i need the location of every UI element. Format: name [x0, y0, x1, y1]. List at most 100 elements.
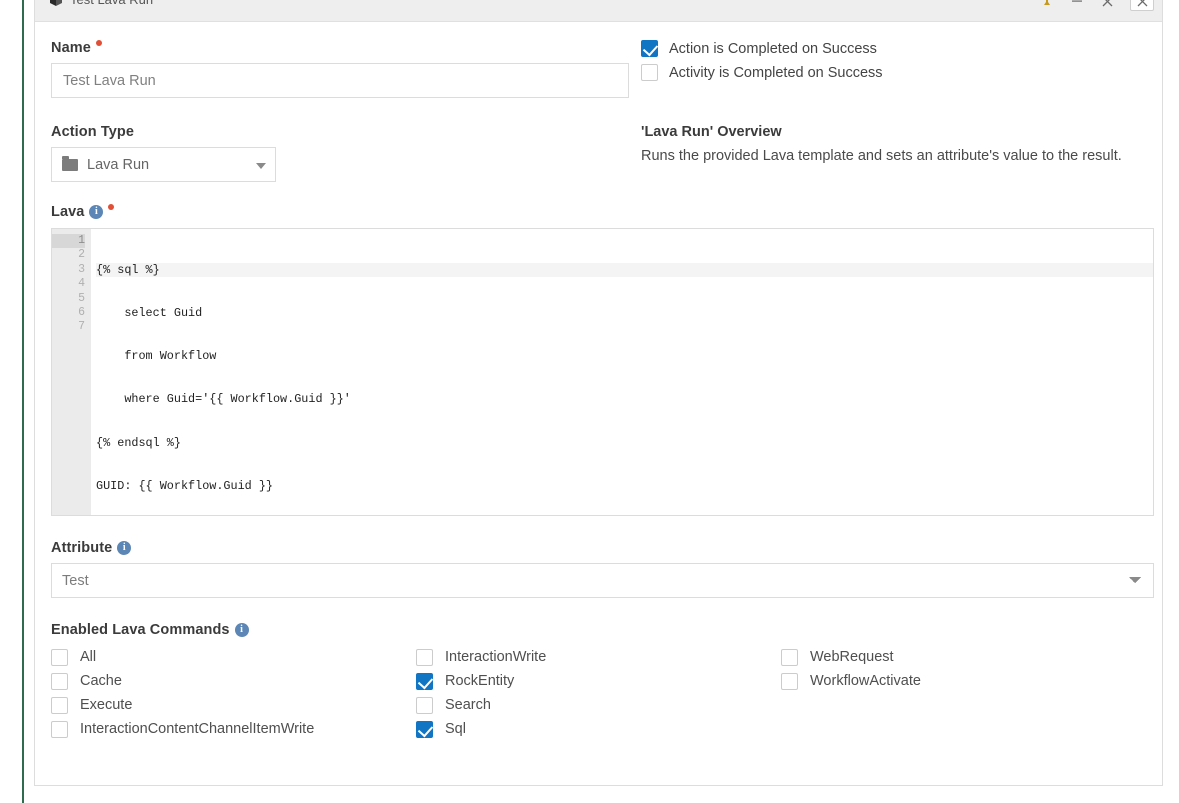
- action-type-row: Action Type Lava Run 'Lava Run' Overview…: [51, 124, 1146, 182]
- lava-code-editor[interactable]: 1 2 3 4 5 6 7 {% sql %} select Guid from…: [51, 228, 1154, 516]
- checkbox-interactionwrite[interactable]: InteractionWrite: [416, 645, 781, 669]
- checkbox-label: Execute: [80, 697, 133, 713]
- checkbox-label: Action is Completed on Success: [669, 40, 877, 57]
- checkbox-label: All: [80, 649, 97, 665]
- restore-icon[interactable]: [1130, 0, 1154, 11]
- checkbox-label: Search: [445, 697, 491, 713]
- code-line: where Guid='{{ Workflow.Guid }}': [96, 392, 351, 407]
- line-number: 6: [78, 305, 85, 319]
- action-type-group: Action Type Lava Run: [51, 124, 629, 182]
- checkbox-box-icon[interactable]: [641, 64, 658, 81]
- minimize-icon[interactable]: [1070, 0, 1084, 8]
- required-dot-icon: [108, 204, 115, 210]
- checkbox-rockentity[interactable]: RockEntity: [416, 669, 781, 693]
- attribute-label: Attribute: [51, 540, 113, 556]
- line-number: 4: [78, 277, 85, 291]
- attribute-select[interactable]: Test: [51, 563, 1154, 598]
- checkbox-sql[interactable]: Sql: [416, 717, 781, 741]
- panel-title-group: Test Lava Run: [49, 0, 153, 7]
- line-number: 2: [78, 248, 85, 262]
- action-type-value: Lava Run: [87, 156, 150, 173]
- folder-icon: [62, 155, 78, 171]
- info-icon[interactable]: i: [89, 205, 104, 219]
- lava-commands-grid: All Cache Execute InteractionContentChan…: [51, 645, 1146, 741]
- checkbox-action-completed-on-success[interactable]: Action is Completed on Success: [641, 40, 1146, 57]
- name-label-group: Name: [51, 40, 629, 56]
- checkbox-box-checked-icon[interactable]: [416, 672, 433, 690]
- action-type-label: Action Type: [51, 124, 135, 140]
- lava-commands-label: Enabled Lava Commands: [51, 622, 230, 638]
- lava-label-group: Lava i: [51, 204, 1146, 220]
- lava-commands-column-3: WebRequest WorkflowActivate: [781, 645, 1146, 741]
- cube-icon: [49, 0, 63, 7]
- checkbox-box-icon[interactable]: [416, 696, 433, 714]
- workflow-action-panel: Test Lava Run Name: [34, 0, 1163, 786]
- checkbox-label: Activity is Completed on Success: [669, 64, 883, 81]
- name-input[interactable]: [51, 63, 629, 98]
- checkbox-label: RockEntity: [445, 673, 515, 689]
- checkbox-box-icon[interactable]: [781, 648, 798, 666]
- attribute-label-group: Attribute i: [51, 540, 1146, 556]
- checkbox-cache[interactable]: Cache: [51, 669, 416, 693]
- checkbox-all[interactable]: All: [51, 645, 416, 669]
- pin-icon[interactable]: [1040, 0, 1054, 8]
- lava-label: Lava: [51, 204, 85, 220]
- panel-window-controls: [1040, 0, 1154, 11]
- lava-commands-column-2: InteractionWrite RockEntity Search Sql: [416, 645, 781, 741]
- attribute-group: Attribute i Test: [51, 540, 1154, 598]
- checkbox-box-checked-icon[interactable]: [641, 40, 658, 57]
- checkbox-webrequest[interactable]: WebRequest: [781, 645, 1146, 669]
- line-number: 7: [78, 320, 85, 334]
- info-icon[interactable]: i: [117, 541, 132, 555]
- editor-code-area[interactable]: {% sql %} select Guid from Workflow wher…: [91, 229, 1153, 515]
- overview-title: 'Lava Run' Overview: [641, 124, 782, 140]
- checkbox-box-icon[interactable]: [781, 672, 798, 690]
- checkbox-box-icon[interactable]: [416, 648, 433, 666]
- code-line: {% endsql %}: [96, 435, 181, 450]
- action-type-label-group: Action Type: [51, 124, 629, 140]
- checkbox-execute[interactable]: Execute: [51, 693, 416, 717]
- checkbox-label: Cache: [80, 673, 122, 689]
- checkbox-activity-completed-on-success[interactable]: Activity is Completed on Success: [641, 64, 1146, 81]
- close-icon[interactable]: [1100, 0, 1114, 8]
- checkbox-label: Sql: [445, 721, 466, 737]
- name-field-group: Name: [51, 40, 629, 98]
- overview-text: Runs the provided Lava template and sets…: [641, 148, 1122, 164]
- code-line: from Workflow: [96, 349, 217, 364]
- chevron-down-icon[interactable]: [256, 162, 266, 169]
- code-line: {% sql %}: [96, 262, 1153, 278]
- line-number: 5: [78, 291, 85, 305]
- page-accent-rail: [22, 0, 24, 803]
- line-number: 1: [52, 234, 85, 249]
- panel-title-text: Test Lava Run: [70, 0, 153, 7]
- info-icon[interactable]: i: [234, 623, 249, 637]
- checkbox-label: InteractionContentChannelItemWrite: [80, 721, 315, 737]
- checkbox-box-checked-icon[interactable]: [416, 720, 433, 738]
- checkbox-box-icon[interactable]: [51, 696, 68, 714]
- editor-line-number-gutter: 1 2 3 4 5 6 7: [52, 229, 91, 515]
- checkbox-box-icon[interactable]: [51, 672, 68, 690]
- line-number: 3: [78, 262, 85, 276]
- action-type-select[interactable]: Lava Run: [51, 147, 276, 182]
- lava-group: Lava i 1 2 3 4 5 6 7 {% sql %} select Gu…: [51, 204, 1154, 516]
- checkbox-label: WorkflowActivate: [810, 673, 921, 689]
- checkbox-label: WebRequest: [810, 649, 894, 665]
- overview-group: 'Lava Run' Overview Runs the provided La…: [629, 124, 1146, 182]
- code-line: GUID: {{ Workflow.Guid }}: [96, 478, 273, 493]
- name-row: Name Action is Completed on Success Acti…: [51, 40, 1146, 98]
- checkbox-box-icon[interactable]: [51, 720, 68, 738]
- checkbox-search[interactable]: Search: [416, 693, 781, 717]
- success-checkbox-group: Action is Completed on Success Activity …: [629, 40, 1146, 98]
- checkbox-box-icon[interactable]: [51, 648, 68, 666]
- checkbox-label: InteractionWrite: [445, 649, 547, 665]
- checkbox-workflowactivate[interactable]: WorkflowActivate: [781, 669, 1146, 693]
- required-dot-icon: [95, 40, 102, 46]
- lava-commands-column-1: All Cache Execute InteractionContentChan…: [51, 645, 416, 741]
- lava-commands-group: Enabled Lava Commands i All Cache Execut…: [51, 622, 1146, 741]
- name-label: Name: [51, 40, 91, 56]
- panel-title-bar: Test Lava Run: [35, 0, 1162, 22]
- code-line: select Guid: [96, 306, 203, 321]
- lava-commands-label-group: Enabled Lava Commands i: [51, 622, 1146, 638]
- checkbox-interactioncontentchannelitemwrite[interactable]: InteractionContentChannelItemWrite: [51, 717, 416, 741]
- form-body: Name Action is Completed on Success Acti…: [35, 22, 1162, 741]
